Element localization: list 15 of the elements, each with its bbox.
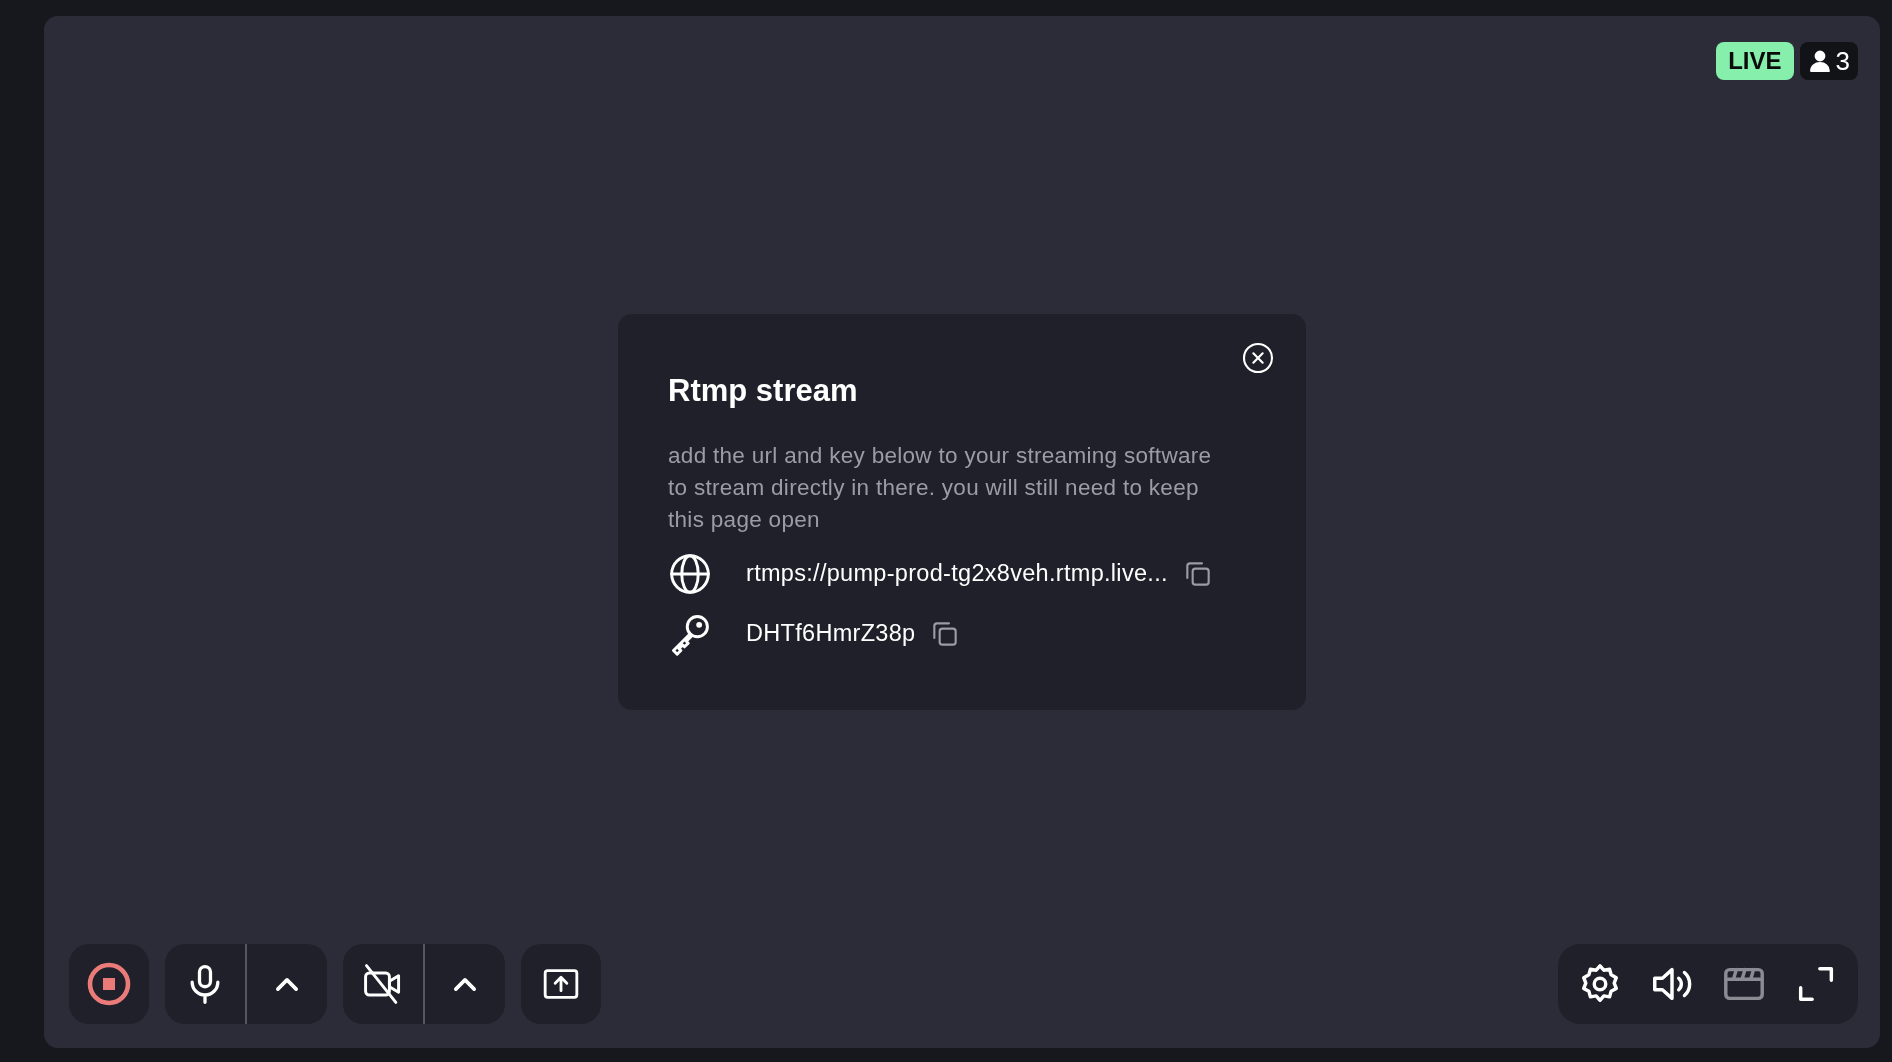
share-screen-button[interactable] bbox=[521, 944, 601, 1024]
caret-icon bbox=[276, 977, 298, 991]
live-badge: LIVE bbox=[1716, 42, 1794, 80]
close-button[interactable] bbox=[1242, 342, 1274, 375]
dialog-title: Rtmp stream bbox=[668, 372, 859, 410]
record-button[interactable] bbox=[69, 944, 149, 1024]
person-icon bbox=[1807, 49, 1832, 73]
stream-url: rtmps://pump-prod-tg2x8veh.rtmp.live... bbox=[746, 558, 1168, 588]
globe-icon bbox=[668, 551, 712, 596]
stream-key: DHTf6HmrZ38p bbox=[746, 615, 916, 652]
caret-icon bbox=[454, 977, 476, 991]
close-icon bbox=[1242, 342, 1274, 375]
stop-icon bbox=[85, 960, 133, 1008]
dialog-description: add the url and key below to your streaming software to stream directly in there. you will still need to keep this page open bbox=[668, 441, 1213, 534]
viewer-count: 3 bbox=[1799, 42, 1858, 80]
